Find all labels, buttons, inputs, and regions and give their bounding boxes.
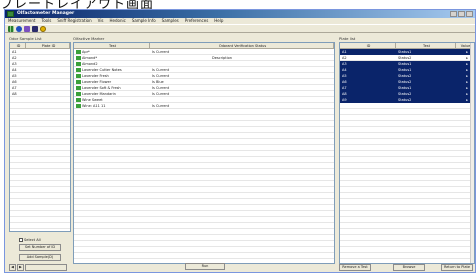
- app-icon: [7, 11, 14, 17]
- sample-list-rows: A1 A2 A3 A4 A5 A6 A7 A8: [10, 49, 70, 231]
- title-bar: Olfactometer Manager: [5, 10, 475, 18]
- odorant-name: Lavender Soft & Fresh: [82, 86, 121, 90]
- col-id[interactable]: ID: [10, 43, 26, 48]
- return-to-plate-button[interactable]: Return to Plate: [441, 264, 473, 271]
- odorant-name: Lavender Flower: [82, 80, 112, 84]
- odorant-name: Wine: A11 11: [82, 104, 106, 108]
- settings-icon[interactable]: [40, 25, 46, 32]
- window-controls: [450, 11, 473, 17]
- odorant-name: Almond*: [82, 56, 98, 60]
- odorant-name: Lavender Fresh: [82, 74, 109, 78]
- maximize-button[interactable]: [458, 11, 465, 17]
- col-plate-id-r[interactable]: ID: [340, 43, 396, 48]
- right-panel-label: Plate list: [339, 36, 356, 41]
- plate-row[interactable]: A9 Status2 ▸: [340, 97, 474, 103]
- odorant-list[interactable]: Test Odorant Verification Status Apr* Is…: [73, 42, 335, 264]
- col-verification-status[interactable]: Odorant Verification Status: [150, 43, 334, 48]
- odorant-row[interactable]: Wine: A11 11 Is Current: [74, 103, 334, 109]
- odorant-icon: [76, 104, 81, 108]
- sample-row[interactable]: A8: [10, 91, 70, 97]
- nav-first-button[interactable]: ◀: [9, 264, 16, 271]
- save-icon[interactable]: [32, 25, 38, 32]
- odorant-icon: [76, 92, 81, 96]
- checkbox-box[interactable]: [19, 238, 23, 242]
- left-panel-label: Odor Sample List: [9, 36, 42, 41]
- col-test[interactable]: Test: [74, 43, 150, 48]
- odorant-status: Is Current: [152, 104, 170, 108]
- app-window: Olfactometer Manager Measurement Tools S…: [4, 9, 476, 273]
- odorant-name: Apr*: [82, 50, 90, 54]
- plate-test: Status2: [398, 98, 412, 102]
- sample-id: A8: [12, 92, 17, 96]
- select-all-checkbox[interactable]: Select All: [19, 238, 41, 242]
- odorant-name: Lavender Cutter Notes: [82, 68, 122, 72]
- close-button[interactable]: [466, 11, 473, 17]
- col-plate-test[interactable]: Test: [396, 43, 456, 48]
- plate-list-rows: A1 Status1 ▸ A2 Status2 ▸ A3 Status1 ▸ A4 S…: [340, 49, 474, 263]
- nav-next-button[interactable]: ▶: [17, 264, 24, 271]
- odorant-name: Almond2: [82, 62, 98, 66]
- run-button[interactable]: Run: [185, 263, 225, 270]
- odorant-name: Lavender Mandarin: [82, 92, 116, 96]
- minimize-button[interactable]: [450, 11, 457, 17]
- documents-icon[interactable]: [24, 25, 30, 32]
- odorant-icon: [76, 56, 81, 60]
- odorant-icon: [76, 86, 81, 90]
- odorant-icon: [76, 62, 81, 66]
- odorant-icon: [76, 98, 81, 102]
- plate-list[interactable]: ID Test Value A1 Status1 ▸ A2 Status2 ▸ A3…: [339, 42, 475, 264]
- odorant-name: Wine Sweet: [82, 98, 103, 102]
- remove-test-button[interactable]: Remove a Test: [339, 264, 371, 271]
- col-plate-id[interactable]: Plate ID: [26, 43, 70, 48]
- footer-left-field[interactable]: [25, 264, 67, 271]
- sample-plate-id: [26, 91, 70, 97]
- middle-panel-label: Olfactive Marker: [73, 36, 105, 41]
- odorant-icon: [76, 50, 81, 54]
- odorant-icon: [76, 68, 81, 72]
- globe-icon[interactable]: [16, 25, 22, 32]
- sample-list[interactable]: ID Plate ID A1 A2 A3 A4 A5 A6 A7 A8: [9, 42, 71, 232]
- add-sample-button[interactable]: Add Sample(D): [19, 254, 61, 261]
- window-title: Olfactometer Manager: [17, 11, 75, 16]
- plate-list-scrollbar[interactable]: [470, 43, 474, 263]
- grid-icon[interactable]: [8, 25, 14, 32]
- odorant-list-rows: Apr* Is Current Almond* Description Almon…: [74, 49, 334, 263]
- plate-id: A9: [342, 98, 347, 102]
- set-numbers-button[interactable]: Set Number of ID: [19, 244, 61, 251]
- odorant-icon: [76, 80, 81, 84]
- browse-button[interactable]: Browse: [393, 264, 425, 271]
- odorant-icon: [76, 74, 81, 78]
- odorant-note: [210, 103, 334, 109]
- toolbar: [5, 24, 475, 33]
